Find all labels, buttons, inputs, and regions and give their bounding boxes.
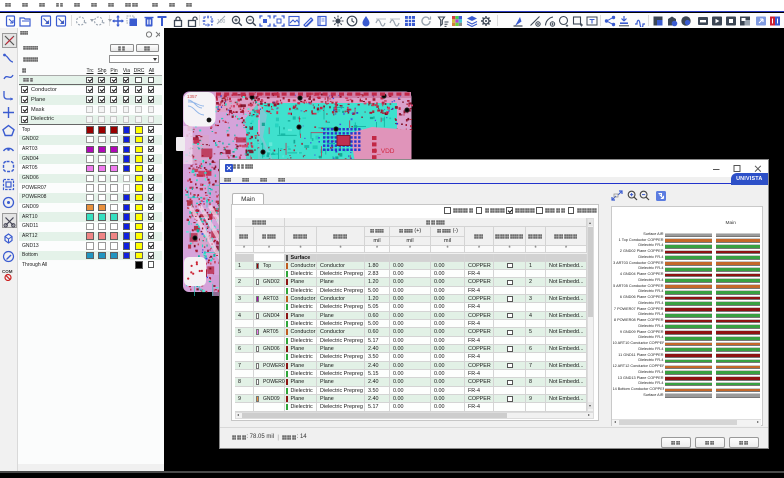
svg-text:COM: COM <box>2 269 13 274</box>
svg-text:1357: 1357 <box>187 94 198 99</box>
svg-text:0_VDD: 0_VDD <box>374 148 395 155</box>
svg-text:100: 100 <box>217 19 226 25</box>
